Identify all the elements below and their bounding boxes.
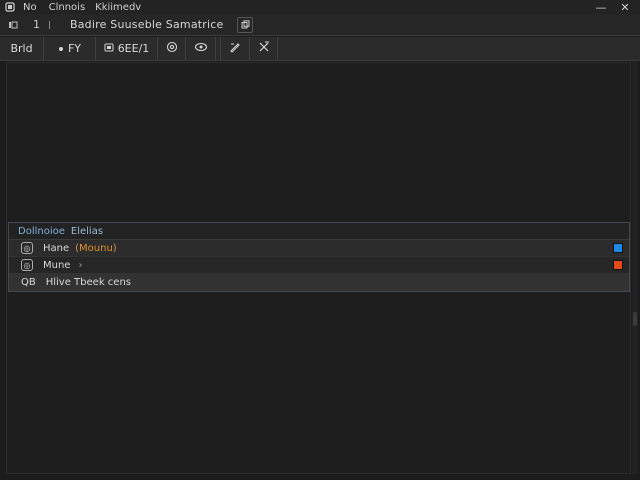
sidebar-toggle-icon[interactable] (5, 18, 21, 32)
list-item[interactable]: ◎ Mune › (9, 257, 629, 274)
build-button[interactable]: Brld (0, 37, 44, 60)
circle-icon: ◎ (21, 242, 33, 254)
cross-tool-button[interactable] (250, 37, 278, 60)
dropdown-panel: Dollnoioe Elelias ◎ Hane (Mounu) ◎ Mune … (8, 222, 630, 292)
fy-button[interactable]: FY (44, 37, 96, 60)
menu-item-1[interactable]: Clnnois (49, 2, 86, 13)
dot-icon (58, 42, 64, 55)
list-item-label: Hane (43, 242, 70, 254)
list-item-label: Mune (43, 259, 71, 271)
at-icon (166, 41, 178, 56)
app-window: No Clnnois Kkiimedv — ✕ 1 Badire Suusebl… (0, 0, 640, 480)
chevron-right-icon: › (78, 259, 83, 271)
close-icon: ✕ (620, 0, 630, 14)
layout-button[interactable]: 6EE/1 (96, 37, 158, 60)
list-item-detail: (Mounu) (75, 242, 117, 254)
list-item-code: QB (21, 277, 36, 288)
link-icon (194, 42, 208, 55)
build-label: Brld (10, 42, 33, 55)
copy-icon[interactable] (237, 16, 254, 33)
menu-item-2[interactable]: Kkiimedv (95, 2, 141, 13)
toolbar: Brld FY 6EE/1 (0, 37, 640, 61)
vertical-scrollbar[interactable] (632, 62, 638, 474)
circle-icon: ◎ (21, 259, 33, 271)
minimize-button[interactable]: — (590, 0, 612, 14)
tab-title[interactable]: Badire Suuseble Samatrice (70, 18, 223, 31)
cross-tool-icon (258, 41, 270, 56)
document-tab-row: 1 Badire Suuseble Samatrice (0, 14, 640, 36)
at-button[interactable] (158, 37, 186, 60)
edit-button[interactable] (220, 37, 250, 60)
rect-icon (104, 42, 114, 55)
tab-divider-icon (48, 20, 56, 30)
panel-header-subtitle: Elelias (70, 225, 104, 237)
list-item[interactable]: ◎ Hane (Mounu) (9, 240, 629, 257)
window-title: No (23, 1, 37, 13)
fy-label: FY (67, 42, 82, 55)
panel-header-title: Dollnoioe (18, 225, 65, 237)
scrollbar-thumb[interactable] (633, 312, 637, 326)
close-button[interactable]: ✕ (614, 0, 636, 14)
tab-index: 1 (33, 18, 40, 31)
color-swatch[interactable] (613, 260, 623, 270)
title-bar: No Clnnois Kkiimedv — ✕ (0, 0, 640, 14)
color-swatch[interactable] (613, 243, 623, 253)
app-icon (3, 0, 17, 14)
list-item-label: Hlive Tbeek cens (45, 277, 131, 288)
panel-header: Dollnoioe Elelias (9, 223, 629, 240)
list-item[interactable]: QB Hlive Tbeek cens (9, 274, 629, 291)
edit-icon (229, 41, 241, 56)
layout-label: 6EE/1 (117, 42, 150, 55)
link-button[interactable] (186, 37, 216, 60)
minimize-icon: — (595, 0, 607, 14)
